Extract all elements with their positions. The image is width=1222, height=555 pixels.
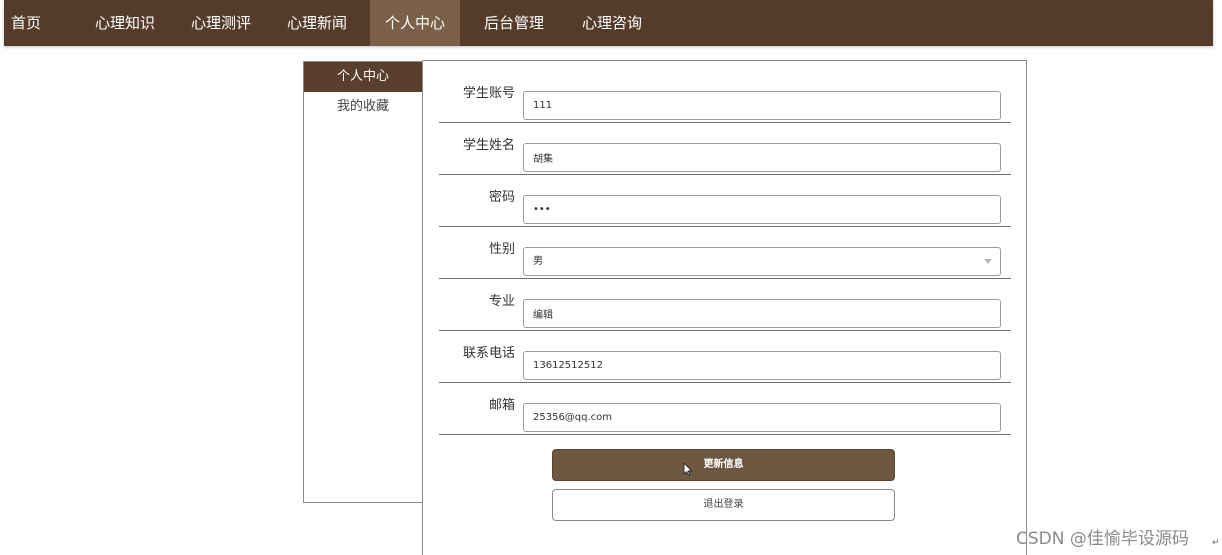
phone-input[interactable] [523,351,1001,380]
major-label: 专业 [488,294,515,309]
chevron-down-icon [984,259,992,264]
nav-item-admin[interactable]: 后台管理 [478,0,550,46]
nav-item-knowledge[interactable]: 心理知识 [90,0,160,46]
password-label: 密码 [488,190,515,205]
mouse-cursor-icon [683,462,693,476]
sidebar-item-personal-center[interactable]: 个人中心 [304,62,422,92]
form-row-name: 学生姓名 [439,122,1011,175]
sidebar-item-favorites[interactable]: 我的收藏 [304,92,422,122]
form-row-phone: 联系电话 [439,330,1011,383]
form-row-password: 密码 [439,174,1011,227]
gender-select[interactable]: 男 [523,247,1001,276]
gender-label: 性别 [488,242,515,257]
top-navbar: 首页 心理知识 心理测评 心理新闻 个人中心 后台管理 心理咨询 [4,0,1213,46]
update-info-button[interactable]: 更新信息 [552,449,895,481]
password-input[interactable] [523,195,1001,224]
nav-item-consultation[interactable]: 心理咨询 [576,0,648,46]
phone-label: 联系电话 [462,346,515,361]
watermark: CSDN @佳愉毕设源码 [1016,529,1189,549]
name-input[interactable] [523,143,1001,172]
nav-item-personal-center[interactable]: 个人中心 [370,0,460,46]
nav-item-news[interactable]: 心理新闻 [281,0,353,46]
form-row-gender: 性别 男 [439,226,1011,279]
nav-item-home[interactable]: 首页 [10,0,42,46]
account-input[interactable] [523,91,1001,120]
sidebar: 个人中心 我的收藏 [303,61,422,503]
profile-form: 学生账号 学生姓名 密码 性别 男 专业 联系电话 邮箱 更新信息 退出登录 [422,60,1027,555]
nav-item-assessment[interactable]: 心理测评 [186,0,256,46]
return-mark: ↵ [1212,538,1220,548]
logout-button[interactable]: 退出登录 [552,489,895,521]
gender-selected-value: 男 [533,256,543,267]
form-row-email: 邮箱 [439,382,1011,435]
account-label: 学生账号 [462,86,515,101]
major-input[interactable] [523,299,1001,328]
email-input[interactable] [523,403,1001,432]
form-row-major: 专业 [439,278,1011,331]
form-row-account: 学生账号 [439,70,1011,123]
email-label: 邮箱 [488,398,515,413]
name-label: 学生姓名 [462,138,515,153]
